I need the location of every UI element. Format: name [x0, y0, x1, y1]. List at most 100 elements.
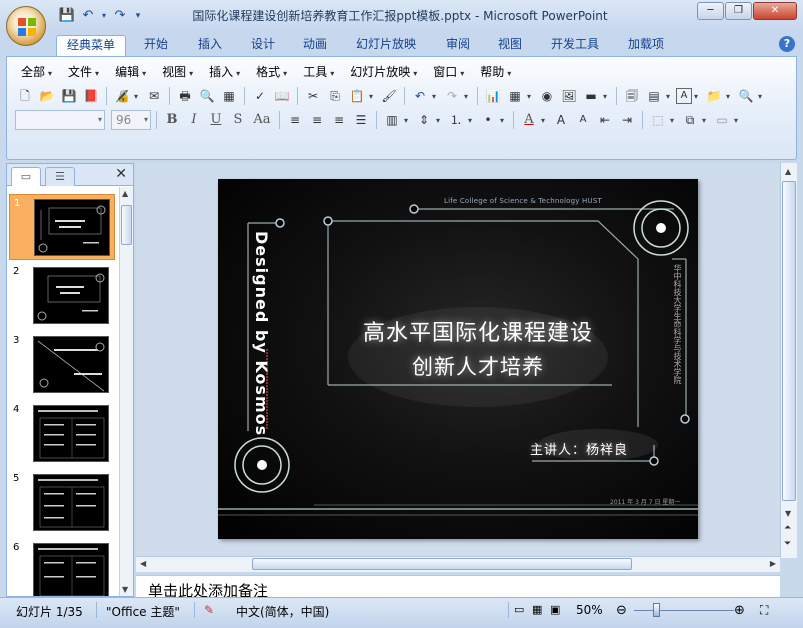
chevron-down-icon[interactable]: ▾ — [670, 116, 678, 125]
numbering-icon[interactable]: ⒈ — [446, 110, 466, 130]
scroll-thumb[interactable] — [121, 205, 132, 245]
minimize-button[interactable]: ─ — [697, 2, 724, 20]
chevron-down-icon[interactable]: ▾ — [702, 116, 710, 125]
tab-developer[interactable]: 开发工具 — [541, 35, 609, 56]
slides-tab[interactable]: ▭ — [11, 167, 41, 186]
slide-sorter-icon[interactable]: ▦ — [532, 603, 542, 616]
chevron-down-icon[interactable]: ▾ — [464, 92, 472, 101]
zoom-in-icon[interactable]: ⊕ — [734, 603, 745, 618]
zoom-icon[interactable]: 🔍 — [736, 86, 756, 106]
menu-slideshow[interactable]: 幻灯片放映 ▾ — [342, 63, 425, 81]
chevron-down-icon[interactable]: ▾ — [468, 116, 476, 125]
shrink-font-icon[interactable]: A — [573, 110, 593, 130]
menu-format[interactable]: 格式 ▾ — [248, 63, 295, 81]
zoom-out-icon[interactable]: ⊖ — [616, 603, 627, 618]
tab-slideshow[interactable]: 幻灯片放映 — [346, 35, 426, 56]
chevron-down-icon[interactable]: ▾ — [541, 116, 549, 125]
notes-pane[interactable]: 单击此处添加备注 — [136, 575, 780, 597]
change-case-button[interactable]: Aa — [250, 110, 274, 130]
chevron-down-icon[interactable]: ▾ — [527, 92, 535, 101]
slide-title-line1[interactable]: 高水平国际化课程建设 — [218, 315, 698, 347]
slide-title-line2[interactable]: 创新人才培养 — [218, 351, 698, 381]
copy-icon[interactable]: ⎘ — [325, 86, 345, 106]
chevron-down-icon[interactable]: ▾ — [404, 116, 412, 125]
align-center-icon[interactable]: ≡ — [307, 110, 327, 130]
scroll-down-icon[interactable]: ▼ — [785, 509, 791, 518]
chevron-down-icon[interactable]: ▾ — [432, 92, 440, 101]
slide-thumbnail[interactable]: 4 — [9, 401, 115, 467]
bullets-icon[interactable]: • — [478, 110, 498, 130]
presenter-text[interactable]: 主讲人：杨祥良 — [530, 439, 628, 458]
chevron-down-icon[interactable]: ▾ — [436, 116, 444, 125]
slide-thumbnail[interactable]: 6 — [9, 539, 115, 596]
new-slide-icon[interactable]: 🗐 — [622, 86, 642, 106]
next-slide-icon[interactable]: ⏷ — [784, 539, 791, 549]
spellcheck-icon[interactable]: ✎ — [204, 603, 214, 617]
print-icon[interactable]: 🖶 — [175, 86, 195, 106]
tab-animation[interactable]: 动画 — [293, 35, 337, 56]
previous-slide-icon[interactable]: ⏶ — [784, 523, 791, 533]
research-icon[interactable]: 📖 — [272, 86, 292, 106]
scroll-left-icon[interactable]: ◀ — [140, 559, 146, 568]
shapes-icon[interactable]: ⬚ — [648, 110, 668, 130]
menu-insert[interactable]: 插入 ▾ — [201, 63, 248, 81]
undo-icon[interactable]: ↶ — [79, 7, 97, 25]
permission-icon[interactable]: 🔏 — [112, 86, 132, 106]
font-color-button[interactable]: A — [519, 110, 539, 130]
redo-icon[interactable]: ↷ — [111, 7, 129, 25]
chevron-down-icon[interactable]: ▾ — [734, 116, 742, 125]
paste-icon[interactable]: 📋 — [347, 86, 367, 106]
font-name-combo[interactable]: ▾ — [15, 110, 105, 130]
zoom-slider-track[interactable] — [634, 610, 734, 611]
email-icon[interactable]: ✉ — [144, 86, 164, 106]
scroll-thumb[interactable] — [782, 181, 796, 501]
clipart-icon[interactable]: ◉ — [537, 86, 557, 106]
chart-icon[interactable]: 📊 — [483, 86, 503, 106]
chevron-down-icon[interactable]: ▾ — [694, 92, 702, 101]
outline-tab[interactable]: ☰ — [45, 167, 75, 186]
open-icon[interactable]: 📂 — [37, 86, 57, 106]
chevron-down-icon[interactable]: ▾ — [758, 92, 766, 101]
normal-view-icon[interactable]: ▭ — [514, 603, 524, 616]
chevron-down-icon[interactable]: ▾ — [369, 92, 377, 101]
underline-button[interactable]: U — [206, 110, 226, 130]
shadow-button[interactable]: S — [228, 110, 248, 130]
language-indicator[interactable]: 中文(简体，中国) — [236, 603, 329, 620]
menu-window[interactable]: 窗口 ▾ — [425, 63, 472, 81]
chevron-down-icon[interactable]: ▾ — [666, 92, 674, 101]
text-direction-icon[interactable]: ⇕ — [414, 110, 434, 130]
scroll-up-icon[interactable]: ▲ — [785, 167, 791, 176]
font-size-combo[interactable]: 96 ▾ — [111, 110, 151, 130]
align-right-icon[interactable]: ≡ — [329, 110, 349, 130]
fit-to-window-icon[interactable]: ⛶ — [760, 603, 768, 618]
italic-button[interactable]: I — [184, 110, 204, 130]
color-grayscale-icon[interactable]: ▬ — [581, 86, 601, 106]
menu-view[interactable]: 视图 ▾ — [154, 63, 201, 81]
tab-review[interactable]: 审阅 — [436, 35, 480, 56]
restore-button[interactable]: ❐ — [725, 2, 752, 20]
layout-icon[interactable]: ▤ — [644, 86, 664, 106]
chevron-down-icon[interactable]: ▾ — [134, 92, 142, 101]
undo-dropdown-icon[interactable]: ▾ — [100, 7, 108, 25]
tab-insert[interactable]: 插入 — [188, 35, 232, 56]
menu-file[interactable]: 文件 ▾ — [60, 63, 107, 81]
folder-icon[interactable]: 📁 — [704, 86, 724, 106]
scroll-right-icon[interactable]: ▶ — [770, 559, 776, 568]
slide-thumbnail[interactable]: 2 — [9, 263, 115, 329]
textbox-icon[interactable]: A — [676, 88, 692, 104]
tab-design[interactable]: 设计 — [241, 35, 285, 56]
horizontal-scrollbar[interactable]: ◀ ▶ — [136, 556, 780, 572]
tab-classic-menu[interactable]: 经典菜单 — [56, 35, 127, 56]
scroll-down-icon[interactable]: ▼ — [122, 585, 128, 594]
slideshow-view-icon[interactable]: ▣ — [550, 603, 560, 616]
justify-icon[interactable]: ☰ — [351, 110, 371, 130]
spelling-icon[interactable]: ✓ — [250, 86, 270, 106]
undo-icon[interactable]: ↶ — [410, 86, 430, 106]
increase-indent-icon[interactable]: ⇥ — [617, 110, 637, 130]
chevron-down-icon[interactable]: ▾ — [726, 92, 734, 101]
office-button[interactable] — [6, 6, 46, 46]
decrease-indent-icon[interactable]: ⇤ — [595, 110, 615, 130]
menu-help[interactable]: 帮助 ▾ — [472, 63, 519, 81]
slide-thumbnail[interactable]: 1 — [9, 194, 115, 260]
table-icon[interactable]: ▦ — [505, 86, 525, 106]
